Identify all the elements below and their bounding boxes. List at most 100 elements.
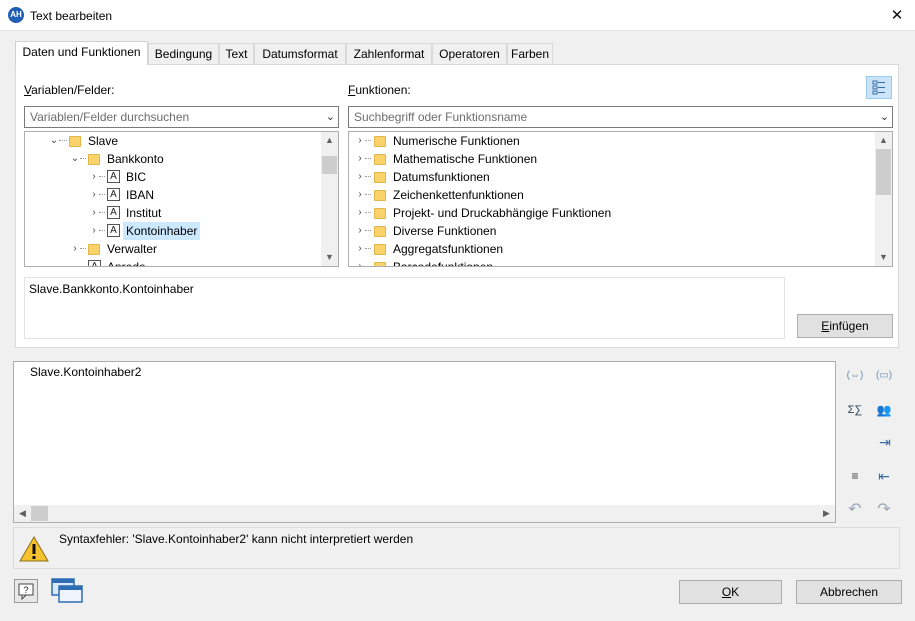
cancel-button[interactable]: Abbrechen — [796, 580, 902, 604]
chevron-right-icon[interactable]: › — [355, 132, 365, 150]
function-category-label: Diverse Funktionen — [393, 224, 497, 238]
folder-icon — [374, 154, 386, 165]
text-field-icon: A — [107, 170, 120, 183]
tree-item-iban[interactable]: › A IBAN — [25, 186, 321, 204]
scroll-thumb[interactable] — [322, 156, 337, 174]
tree-item-label: Anrede — [107, 260, 146, 267]
function-category[interactable]: › Diverse Funktionen — [349, 222, 875, 240]
tree-item-verwalter[interactable]: › Verwalter — [25, 240, 321, 258]
tree-item-kontoinhaber[interactable]: › A Kontoinhaber — [25, 222, 321, 240]
chevron-right-icon[interactable]: › — [355, 186, 365, 204]
chevron-right-icon[interactable]: › — [70, 240, 80, 258]
tree-item-label: BIC — [126, 170, 147, 184]
text-field-icon: A — [88, 260, 101, 266]
tab-zahlenformat[interactable]: Zahlenformat — [346, 43, 432, 64]
function-category[interactable]: › Mathematische Funktionen — [349, 150, 875, 168]
tab-datumsformat[interactable]: Datumsformat — [254, 43, 346, 64]
function-category-label: Mathematische Funktionen — [393, 152, 538, 166]
functions-label: Funktionen: — [348, 83, 411, 97]
variables-scrollbar[interactable]: ▲ ▼ — [321, 132, 338, 266]
tree-item-institut[interactable]: › A Institut — [25, 204, 321, 222]
scroll-up-icon[interactable]: ▲ — [321, 132, 338, 149]
variables-search-input[interactable]: Variablen/Felder durchsuchen ⌄ — [24, 106, 339, 128]
tab-bedingung[interactable]: Bedingung — [148, 43, 219, 64]
windows-icon — [51, 578, 83, 603]
users-icon[interactable]: 👥 — [873, 400, 895, 420]
format-icon[interactable]: ⇥ — [874, 432, 896, 452]
function-category[interactable]: › Aggregatsfunktionen — [349, 240, 875, 258]
tree-item-bic[interactable]: › A BIC — [25, 168, 321, 186]
app-icon: AH — [8, 7, 24, 23]
text-field-icon: A — [107, 224, 120, 237]
window-mode-button[interactable] — [50, 577, 84, 605]
scroll-down-icon[interactable]: ▼ — [321, 249, 338, 266]
function-category-label: Projekt- und Druckabhängige Funktionen — [393, 206, 612, 220]
scroll-down-icon[interactable]: ▼ — [875, 249, 892, 266]
function-category[interactable]: › Datumsfunktionen — [349, 168, 875, 186]
function-category-label: Zeichenkettenfunktionen — [393, 188, 524, 202]
folder-icon — [374, 226, 386, 237]
tree-item-bankkonto[interactable]: ⌄ Bankkonto — [25, 150, 321, 168]
insert-field-icon[interactable]: (▭) — [873, 366, 895, 386]
tree-item-anrede[interactable]: A Anrede — [25, 258, 321, 267]
undo-icon[interactable]: ↶ — [844, 500, 866, 520]
wrap-parentheses-icon[interactable]: (⇔) — [844, 366, 866, 386]
chevron-down-icon[interactable]: ⌄ — [49, 132, 59, 150]
svg-text:?: ? — [23, 585, 28, 595]
close-button[interactable]: ✕ — [884, 4, 910, 28]
tab-text[interactable]: Text — [219, 43, 254, 64]
close-icon: ✕ — [890, 7, 904, 24]
chevron-down-icon: ⌄ — [325, 111, 335, 123]
scroll-thumb[interactable] — [876, 149, 891, 195]
editor-hscrollbar[interactable]: ◀ ▶ — [14, 505, 835, 522]
chevron-right-icon[interactable]: › — [355, 168, 365, 186]
tree-item-label: Slave — [88, 134, 119, 148]
help-button[interactable]: ? — [14, 579, 38, 603]
tab-daten-und-funktionen[interactable]: Daten und Funktionen — [15, 41, 148, 65]
functions-search-input[interactable]: Suchbegriff oder Funktionsname ⌄ — [348, 106, 893, 128]
expression-text[interactable]: Slave.Kontoinhaber2 — [30, 365, 141, 379]
functions-tree[interactable]: › Numerische Funktionen › Mathematische … — [348, 131, 893, 267]
sum-icon[interactable]: Σ∑ — [844, 400, 866, 420]
preview-text: Slave.Bankkonto.Kontoinhaber — [29, 282, 194, 296]
scroll-thumb[interactable] — [31, 506, 48, 521]
function-category[interactable]: › Barcodefunktionen — [349, 258, 875, 266]
scroll-left-icon[interactable]: ◀ — [14, 505, 31, 522]
chevron-right-icon[interactable]: › — [89, 168, 99, 186]
insert-button[interactable]: Einfügen — [797, 314, 893, 338]
outdent-icon[interactable]: ⇤ — [873, 466, 895, 486]
chevron-right-icon[interactable]: › — [355, 204, 365, 222]
chevron-right-icon[interactable]: › — [355, 258, 365, 266]
folder-icon — [374, 136, 386, 147]
scroll-right-icon[interactable]: ▶ — [818, 505, 835, 522]
folder-icon — [88, 154, 100, 165]
variables-tree[interactable]: ⌄ Slave ⌄ Bankkonto › A BIC › A IBAN › A… — [24, 131, 339, 267]
warning-icon — [19, 536, 49, 562]
chevron-right-icon[interactable]: › — [355, 150, 365, 168]
expression-editor[interactable]: Slave.Kontoinhaber2 ◀ ▶ — [13, 361, 836, 523]
tab-operatoren[interactable]: Operatoren — [432, 43, 507, 64]
scroll-up-icon[interactable]: ▲ — [875, 132, 892, 149]
tree-view-toggle-button[interactable] — [866, 76, 892, 99]
function-category[interactable]: › Zeichenkettenfunktionen — [349, 186, 875, 204]
chevron-right-icon[interactable]: › — [89, 222, 99, 240]
ok-button[interactable]: OK — [679, 580, 782, 604]
tree-item-slave[interactable]: ⌄ Slave — [25, 132, 321, 150]
chevron-down-icon[interactable]: ⌄ — [70, 150, 80, 168]
functions-scrollbar[interactable]: ▲ ▼ — [875, 132, 892, 266]
variables-search-placeholder: Variablen/Felder durchsuchen — [30, 110, 190, 124]
function-category[interactable]: › Projekt- und Druckabhängige Funktionen — [349, 204, 875, 222]
error-panel: Syntaxfehler: 'Slave.Kontoinhaber2' kann… — [13, 527, 900, 569]
redo-icon[interactable]: ↷ — [873, 500, 895, 520]
chevron-right-icon[interactable]: › — [355, 240, 365, 258]
function-category[interactable]: › Numerische Funktionen — [349, 132, 875, 150]
chevron-right-icon[interactable]: › — [89, 186, 99, 204]
list-view-icon — [872, 80, 885, 95]
text-field-icon: A — [107, 188, 120, 201]
tab-farben[interactable]: Farben — [507, 43, 553, 64]
chevron-right-icon[interactable]: › — [355, 222, 365, 240]
tree-item-label: Verwalter — [107, 242, 158, 256]
chevron-right-icon[interactable]: › — [89, 204, 99, 222]
function-category-label: Numerische Funktionen — [393, 134, 520, 148]
indent-icon[interactable]: ≡ — [844, 466, 866, 486]
